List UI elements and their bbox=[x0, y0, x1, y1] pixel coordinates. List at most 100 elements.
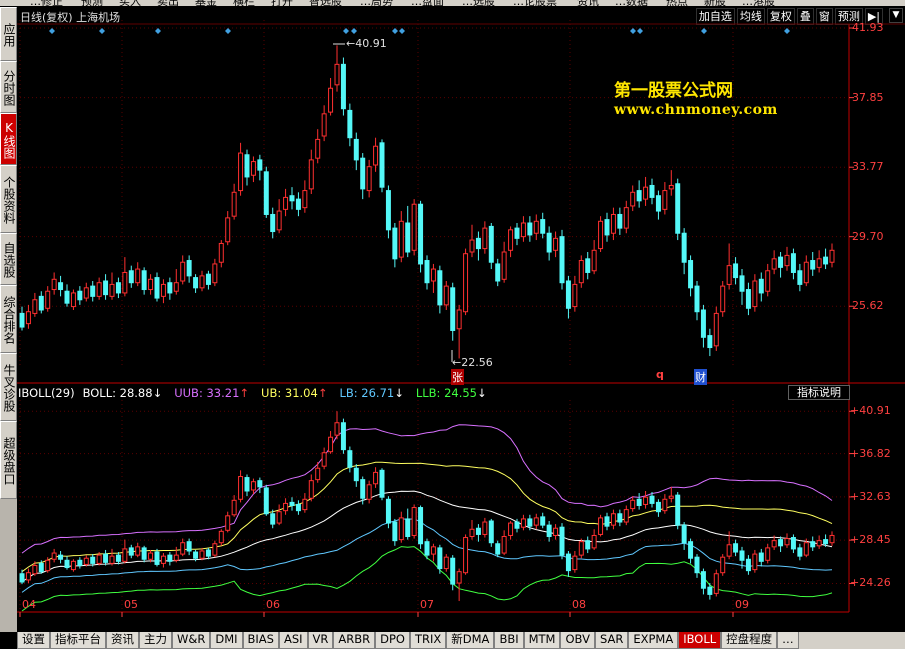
marker-cai[interactable]: 财 bbox=[694, 369, 707, 385]
candle bbox=[212, 258, 218, 287]
tab-bias[interactable]: BIAS bbox=[242, 632, 279, 649]
tab--dma[interactable]: 新DMA bbox=[446, 632, 495, 649]
tab-asi[interactable]: ASI bbox=[278, 632, 308, 649]
candle bbox=[713, 306, 719, 351]
candle bbox=[340, 418, 346, 454]
candle bbox=[546, 226, 552, 261]
candle bbox=[662, 182, 668, 215]
indicator-help-button[interactable]: 指标说明 bbox=[788, 385, 850, 400]
candle bbox=[263, 484, 269, 516]
candle bbox=[823, 248, 829, 270]
candle bbox=[508, 226, 514, 258]
candle bbox=[270, 207, 276, 239]
candle bbox=[77, 557, 83, 569]
candle bbox=[218, 240, 224, 268]
candle bbox=[231, 495, 237, 517]
tab-mtm[interactable]: MTM bbox=[523, 632, 561, 649]
event-diamond-icon bbox=[392, 28, 398, 34]
candle bbox=[340, 57, 346, 116]
candle bbox=[668, 486, 674, 503]
candle bbox=[154, 272, 160, 302]
candle bbox=[115, 277, 121, 299]
marker-zhang[interactable]: 张 bbox=[451, 369, 464, 385]
tab-obv[interactable]: OBV bbox=[560, 632, 595, 649]
tab--[interactable]: … bbox=[777, 632, 799, 649]
tab--[interactable]: 主力 bbox=[139, 632, 172, 649]
candle bbox=[283, 498, 289, 515]
candle bbox=[739, 269, 745, 305]
tab--[interactable]: 指标平台 bbox=[50, 632, 106, 649]
stock-app: …修正预测买入卖出基金横栏打开智选股…局势…盘面…选股…论股票资讯…数据热点新股… bbox=[0, 0, 905, 649]
tab-w-r[interactable]: W&R bbox=[172, 632, 211, 649]
indicator-axis-label: +24.26 bbox=[850, 576, 891, 590]
candle bbox=[617, 207, 623, 235]
event-diamond-icon bbox=[49, 28, 55, 34]
candle bbox=[649, 178, 655, 205]
indicator-value: LB: 26.71↓ bbox=[339, 386, 407, 400]
candle bbox=[707, 328, 713, 357]
candle bbox=[527, 216, 533, 242]
tab-dpo[interactable]: DPO bbox=[375, 632, 410, 649]
candle bbox=[154, 548, 160, 567]
candle bbox=[398, 511, 404, 543]
candle bbox=[604, 512, 610, 531]
candle bbox=[598, 514, 604, 537]
marker-q[interactable]: q bbox=[656, 368, 664, 381]
candle bbox=[488, 223, 494, 270]
candle bbox=[520, 216, 526, 242]
candle bbox=[250, 156, 256, 183]
candle bbox=[720, 281, 726, 317]
candle bbox=[373, 137, 379, 172]
candle bbox=[257, 154, 263, 181]
tab-expma[interactable]: EXPMA bbox=[628, 632, 679, 649]
tab-bbi[interactable]: BBI bbox=[494, 632, 524, 649]
low-price-label: ←22.56 bbox=[452, 356, 493, 369]
candle bbox=[437, 544, 443, 574]
tab--[interactable]: 设置 bbox=[17, 632, 50, 649]
candle bbox=[643, 491, 649, 509]
candle bbox=[790, 248, 796, 280]
candle bbox=[816, 535, 822, 549]
candle bbox=[694, 554, 700, 578]
candle bbox=[160, 279, 166, 304]
candle bbox=[83, 555, 89, 567]
candle bbox=[745, 282, 751, 316]
candle bbox=[205, 547, 211, 560]
candle bbox=[385, 496, 391, 529]
price-axis-label: 37.85 bbox=[852, 90, 884, 104]
candle bbox=[745, 555, 751, 575]
trend-arrow-icon: ↓ bbox=[152, 386, 163, 400]
candle bbox=[482, 517, 488, 538]
candle bbox=[643, 176, 649, 206]
candle bbox=[662, 494, 668, 514]
candle bbox=[38, 291, 44, 314]
candle bbox=[688, 538, 694, 564]
candle bbox=[803, 255, 809, 287]
tab--[interactable]: 控盘程度 bbox=[721, 632, 778, 649]
tab-vr[interactable]: VR bbox=[307, 632, 334, 649]
candle bbox=[385, 185, 391, 239]
candle bbox=[199, 270, 205, 292]
tab-arbr[interactable]: ARBR bbox=[333, 632, 376, 649]
trend-arrow-icon: ↓ bbox=[394, 386, 404, 400]
candle bbox=[328, 78, 334, 116]
tab-trix[interactable]: TRIX bbox=[409, 632, 447, 649]
candle bbox=[122, 539, 128, 564]
tab-sar[interactable]: SAR bbox=[594, 632, 629, 649]
candle bbox=[109, 548, 115, 566]
indicator-axis-label: +40.91 bbox=[850, 404, 891, 418]
candle bbox=[688, 255, 694, 297]
candle bbox=[64, 284, 70, 307]
trend-arrow-icon: ↓ bbox=[477, 386, 487, 400]
lower-candles bbox=[19, 411, 835, 602]
candle bbox=[553, 231, 559, 258]
tab--[interactable]: 资讯 bbox=[106, 632, 139, 649]
event-diamond-icon bbox=[99, 28, 105, 34]
tab-dmi[interactable]: DMI bbox=[210, 632, 243, 649]
candle bbox=[321, 105, 327, 142]
candle bbox=[424, 255, 430, 290]
candle bbox=[77, 286, 83, 305]
candle bbox=[443, 554, 449, 572]
tab-iboll[interactable]: IBOLL bbox=[678, 632, 722, 649]
candle bbox=[694, 281, 700, 321]
